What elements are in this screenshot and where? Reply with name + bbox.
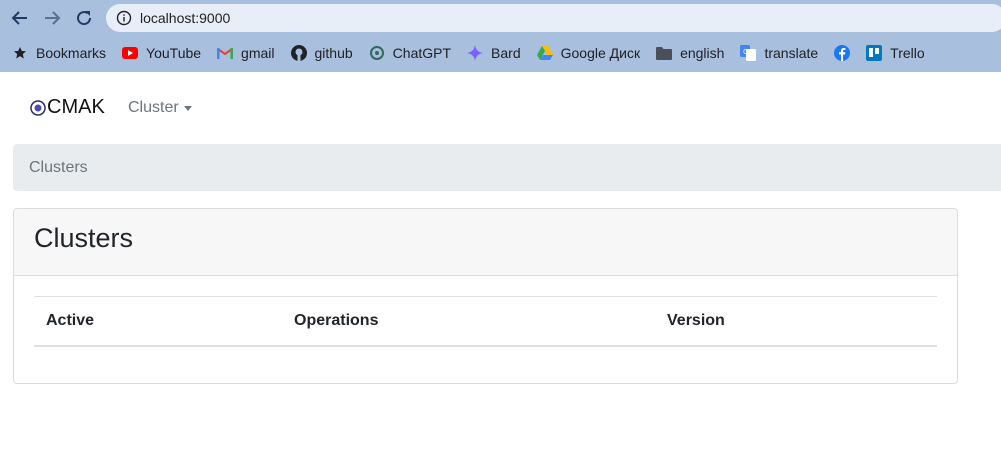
github-icon — [290, 45, 307, 61]
bookmark-label: ChatGPT — [392, 45, 452, 61]
bookmark-youtube[interactable]: YouTube — [122, 45, 201, 61]
card-header: Clusters — [14, 209, 957, 276]
bookmark-label: Bard — [491, 45, 521, 61]
bard-icon — [467, 45, 484, 61]
column-header-operations: Operations — [294, 312, 379, 329]
bookmark-label: gmail — [241, 45, 275, 61]
bookmark-label: github — [314, 45, 353, 61]
arrow-right-icon — [45, 11, 61, 25]
arrow-left-icon — [11, 11, 27, 25]
bookmark-bard[interactable]: Bard — [467, 45, 521, 61]
google-translate-icon: G — [740, 45, 757, 61]
trello-icon — [866, 45, 883, 61]
folder-icon — [656, 45, 673, 61]
bookmarks-bar: Bookmarks YouTube gmail github ChatGPT B… — [0, 40, 1001, 66]
app-navbar: CMAK Cluster — [0, 72, 1001, 144]
cluster-dropdown-label: Cluster — [128, 99, 179, 116]
bookmark-english[interactable]: english — [656, 45, 724, 61]
facebook-icon — [834, 45, 851, 61]
reload-icon — [77, 11, 92, 26]
reload-button[interactable] — [72, 6, 96, 30]
svg-text:G: G — [743, 48, 748, 56]
column-header-active: Active — [46, 312, 95, 329]
bookmark-label: Bookmarks — [36, 45, 107, 61]
brand-name: CMAK — [47, 96, 105, 118]
star-icon — [12, 45, 28, 61]
url-text: localhost:9000 — [140, 10, 231, 26]
bookmark-label: Google Диск — [560, 45, 641, 61]
browser-chrome: localhost:9000 Bookmarks YouTube gmail g… — [0, 0, 1001, 72]
info-icon[interactable] — [116, 10, 132, 26]
bookmark-chatgpt[interactable]: ChatGPT — [369, 45, 451, 61]
brand-link[interactable]: CMAK — [30, 96, 105, 119]
bookmark-label: translate — [764, 45, 819, 61]
card-title: Clusters — [34, 223, 134, 253]
google-drive-icon — [536, 45, 553, 61]
gmail-icon — [217, 45, 234, 61]
bookmark-facebook[interactable] — [834, 45, 851, 61]
bookmark-label: Trello — [890, 45, 925, 61]
clusters-card: Clusters Active Operations Version — [13, 208, 958, 384]
cluster-dropdown[interactable]: Cluster — [128, 99, 192, 117]
address-bar[interactable]: localhost:9000 — [106, 4, 1001, 32]
youtube-icon — [122, 45, 139, 61]
caret-down-icon — [183, 105, 192, 111]
bookmark-label: english — [680, 45, 725, 61]
bookmark-translate[interactable]: G translate — [740, 45, 818, 61]
chatgpt-icon — [369, 45, 385, 61]
bookmark-trello[interactable]: Trello — [866, 45, 925, 61]
bookmark-google-drive[interactable]: Google Диск — [536, 45, 641, 61]
cmak-logo-icon — [30, 99, 46, 116]
bookmark-bookmarks[interactable]: Bookmarks — [12, 45, 106, 61]
breadcrumb-item-clusters: Clusters — [29, 158, 88, 176]
breadcrumb: Clusters — [13, 144, 1001, 191]
bookmark-gmail[interactable]: gmail — [217, 45, 275, 61]
forward-button[interactable] — [40, 6, 64, 30]
bookmark-github[interactable]: github — [290, 45, 353, 61]
clusters-table: Active Operations Version — [34, 296, 937, 347]
bookmark-label: YouTube — [146, 45, 202, 61]
column-header-version: Version — [667, 312, 725, 329]
back-button[interactable] — [8, 6, 32, 30]
